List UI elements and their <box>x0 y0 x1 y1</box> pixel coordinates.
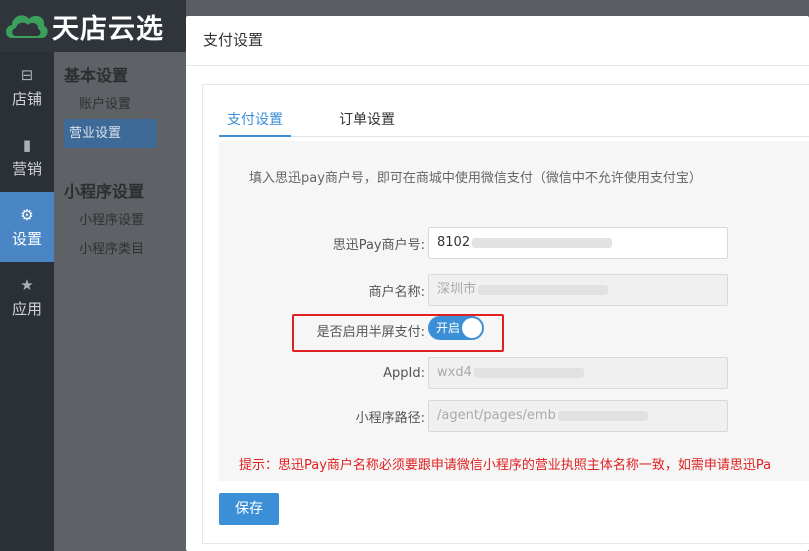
merchant-name-input: 深圳市 <box>428 274 728 306</box>
star-icon: ★ <box>20 275 34 294</box>
tab-bar: 支付设置 订单设置 <box>219 105 809 137</box>
highlight-box <box>292 314 504 352</box>
nav-item-apps[interactable]: ★ 应用 <box>0 262 54 332</box>
gear-icon: ⚙ <box>20 205 34 224</box>
subnav-heading-miniprogram: 小程序设置 <box>64 182 145 201</box>
main-nav: ⊟ 店铺 ▮ 营销 ⚙ 设置 ★ 应用 <box>0 52 54 551</box>
merchant-no-value: 8102 <box>437 235 471 250</box>
merchant-name-tip: 提示：思迅Pay商户名称必须要跟申请微信小程序的营业执照主体名称一致，如需申请思… <box>239 458 772 473</box>
bar-chart-icon: ▮ <box>22 135 32 154</box>
save-button[interactable]: 保存 <box>219 493 279 525</box>
nav-item-label: 营销 <box>11 159 42 178</box>
subnav-item-miniprogram-category[interactable]: 小程序类目 <box>64 235 157 264</box>
tab-payment-settings[interactable]: 支付设置 <box>219 105 291 137</box>
nav-item-store[interactable]: ⊟ 店铺 <box>0 52 54 122</box>
nav-item-marketing[interactable]: ▮ 营销 <box>0 122 54 192</box>
nav-item-settings[interactable]: ⚙ 设置 <box>0 192 54 262</box>
appid-input: wxd4 <box>428 357 728 389</box>
nav-item-label: 店铺 <box>11 89 42 108</box>
merchant-name-value: 深圳市 <box>437 282 477 297</box>
miniprogram-path-label: 小程序路径: <box>355 411 425 426</box>
cloud-logo-icon <box>6 15 48 39</box>
payment-form: 填入思迅pay商户号，即可在商城中使用微信支付（微信中不允许使用支付宝） 思迅P… <box>219 141 809 481</box>
appid-label: AppId: <box>383 366 425 381</box>
brand-name: 天店云选 <box>52 13 164 45</box>
merchant-name-label: 商户名称: <box>368 285 425 300</box>
form-intro-text: 填入思迅pay商户号，即可在商城中使用微信支付（微信中不允许使用支付宝） <box>249 171 702 186</box>
miniprogram-path-input: /agent/pages/emb <box>428 400 728 432</box>
dialog-title: 支付设置 <box>186 16 809 66</box>
appid-value: wxd4 <box>437 365 472 380</box>
payment-settings-dialog: 支付设置 支付设置 订单设置 填入思迅pay商户号，即可在商城中使用微信支付（微… <box>186 16 809 551</box>
subnav-item-account[interactable]: 账户设置 <box>64 90 157 119</box>
settings-subnav: 基本设置 账户设置 营业设置 小程序设置 小程序设置 小程序类目 <box>54 52 194 551</box>
brand-logo[interactable]: 天店云选 <box>0 0 190 52</box>
tab-order-settings[interactable]: 订单设置 <box>331 105 403 137</box>
miniprogram-path-value: /agent/pages/emb <box>437 408 556 423</box>
merchant-no-input[interactable]: 8102 <box>428 227 728 259</box>
subnav-item-business[interactable]: 营业设置 <box>64 119 157 148</box>
subnav-heading-basic: 基本设置 <box>64 66 129 85</box>
nav-item-label: 应用 <box>11 299 42 318</box>
nav-item-label: 设置 <box>11 229 42 248</box>
store-icon: ⊟ <box>20 65 34 84</box>
merchant-no-label: 思迅Pay商户号: <box>332 238 425 253</box>
subnav-item-miniprogram-settings[interactable]: 小程序设置 <box>64 206 157 235</box>
